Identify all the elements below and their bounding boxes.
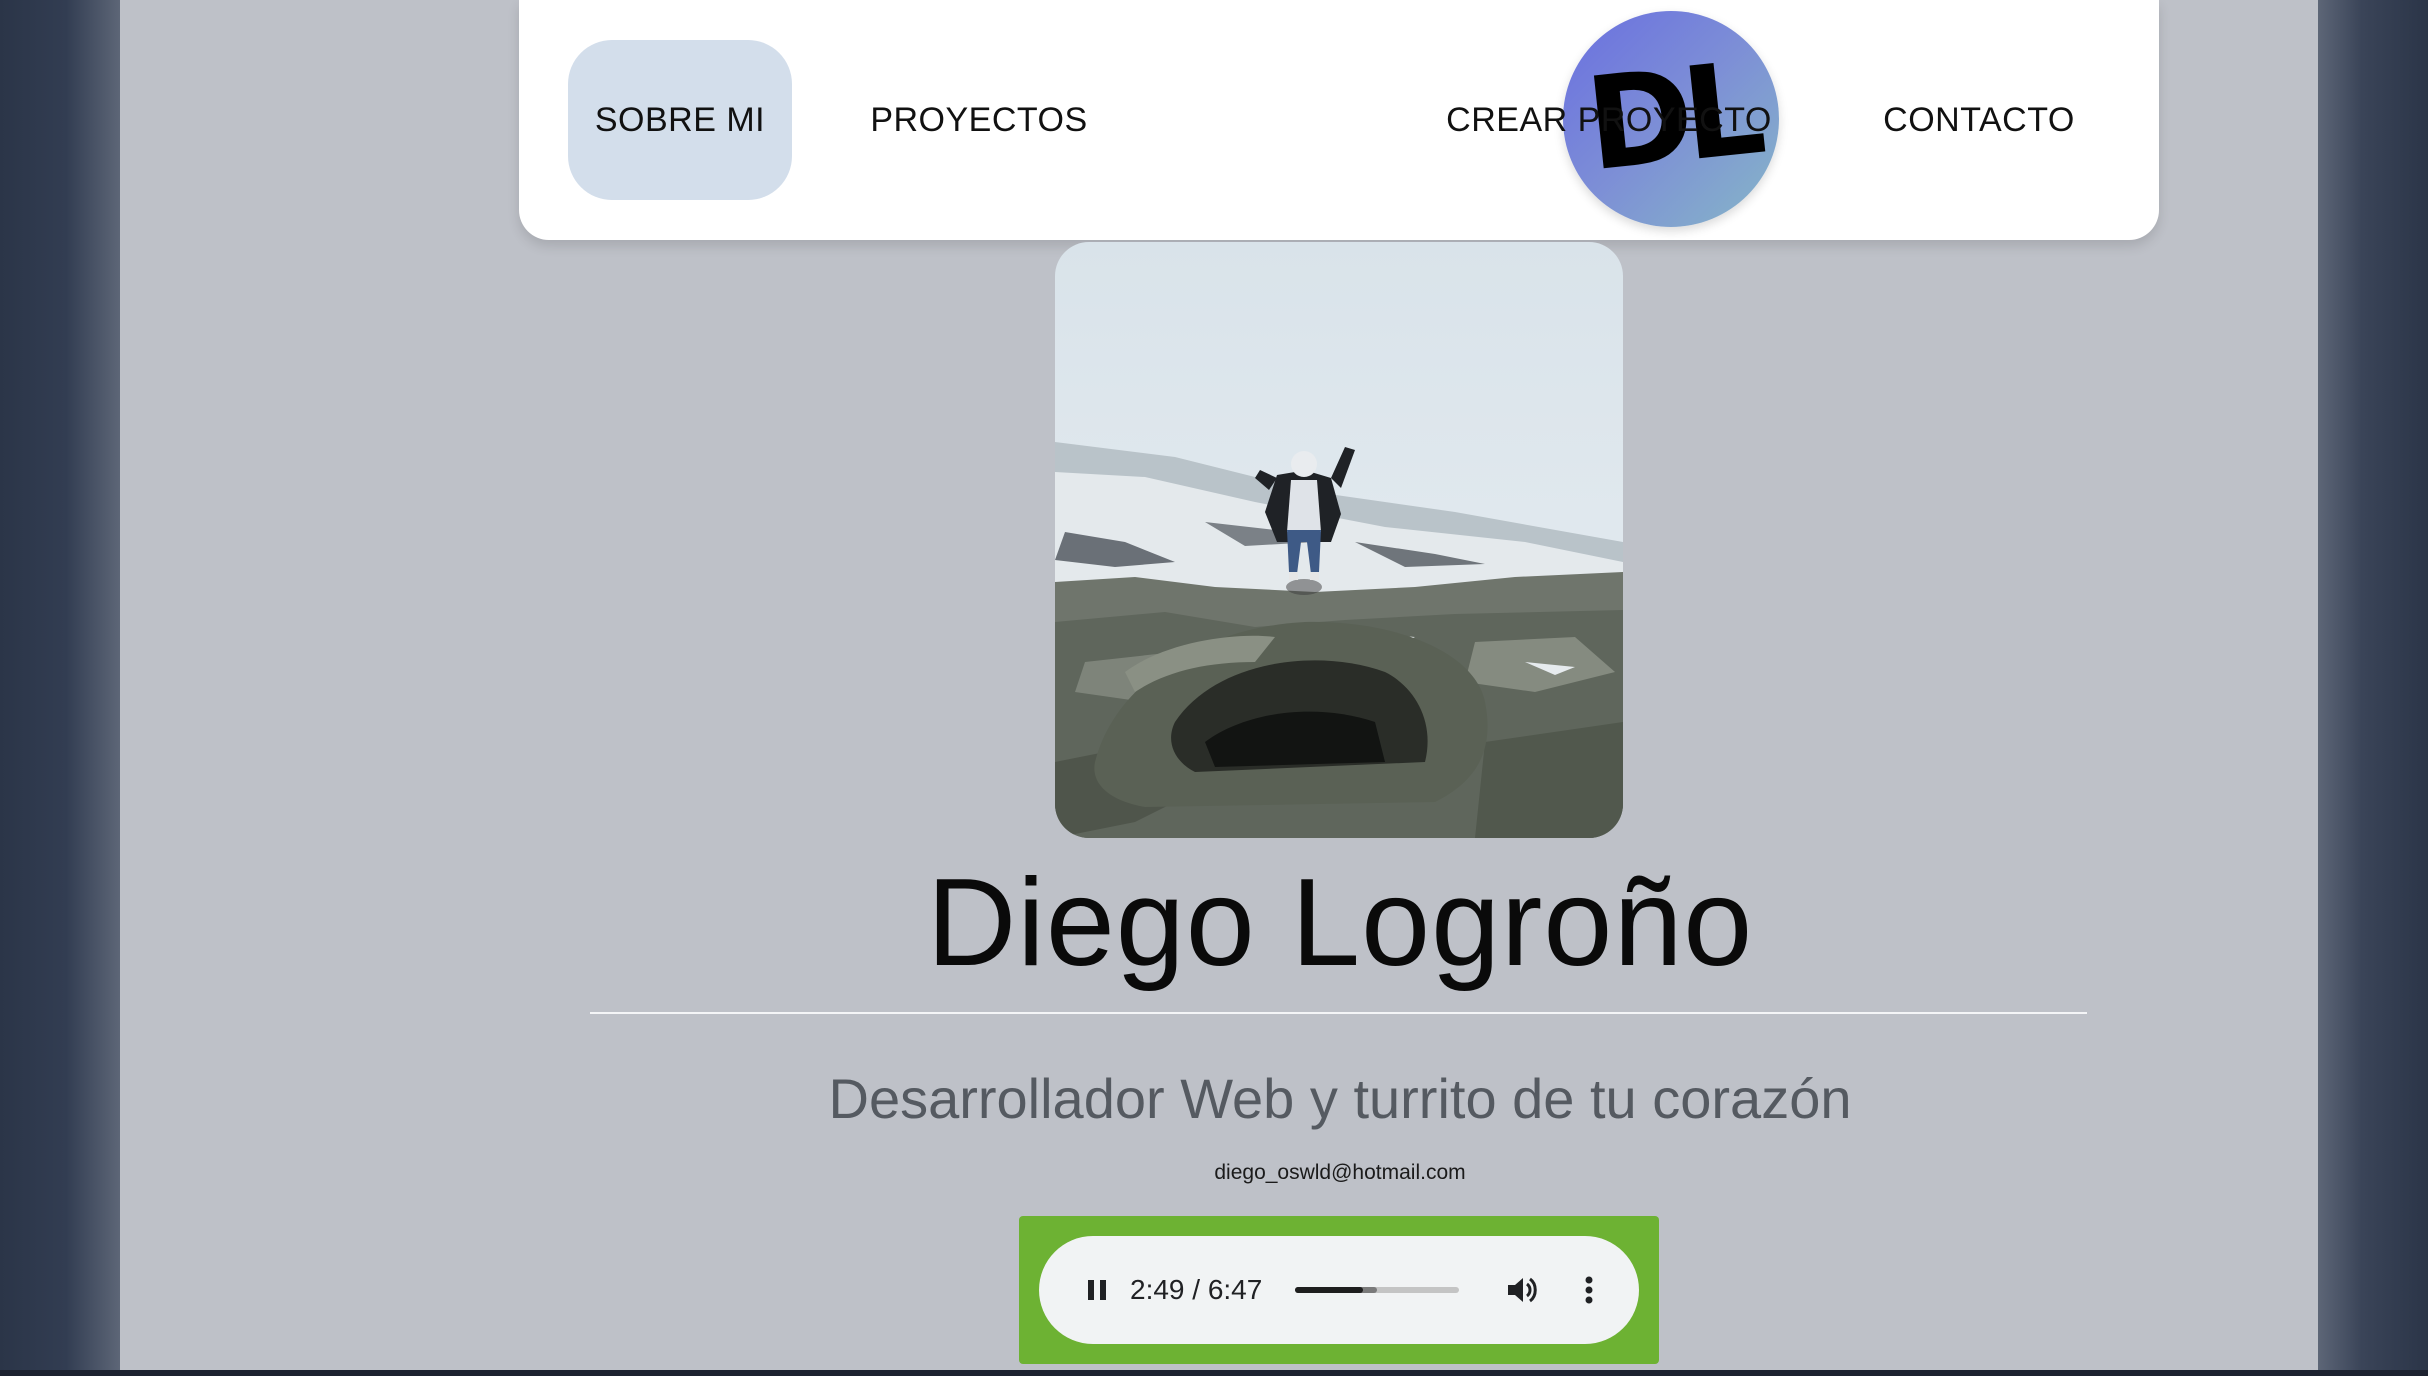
- window-bottom-edge: [0, 1370, 2428, 1376]
- more-options-button[interactable]: [1569, 1270, 1609, 1310]
- audio-time: 2:49 / 6:47: [1130, 1274, 1263, 1305]
- nav-item-label: CONTACTO: [1883, 100, 2075, 139]
- profile-subtitle: Desarrollador Web y turrito de tu corazó…: [828, 1067, 1852, 1130]
- volume-icon: [1508, 1277, 1537, 1303]
- page-container: SOBRE MI PROYECTOS DL CREAR PROYECTO CON…: [120, 0, 2318, 1370]
- pause-icon: [1088, 1280, 1106, 1300]
- audio-player-frame: 2:49 / 6:47: [1019, 1216, 1659, 1364]
- left-backdrop: [0, 0, 120, 1376]
- nav-item-proyectos[interactable]: PROYECTOS: [859, 40, 1099, 200]
- nav-item-contacto[interactable]: CONTACTO: [1859, 40, 2099, 200]
- right-backdrop: [2318, 0, 2428, 1376]
- volume-button[interactable]: [1501, 1270, 1541, 1310]
- audio-progress-slider[interactable]: [1295, 1287, 1459, 1293]
- nav-item-label: CREAR PROYECTO: [1446, 100, 1772, 139]
- pause-button[interactable]: [1077, 1270, 1117, 1310]
- navbar: SOBRE MI PROYECTOS DL CREAR PROYECTO CON…: [519, 0, 2159, 240]
- nav-item-label: SOBRE MI: [594, 100, 766, 139]
- nav-item-label: PROYECTOS: [870, 100, 1088, 139]
- divider: [590, 1012, 2087, 1014]
- profile-email: diego_oswld@hotmail.com: [1214, 1161, 1466, 1184]
- audio-player: 2:49 / 6:47: [1039, 1236, 1639, 1344]
- profile-name: Diego Logroño: [926, 854, 1754, 992]
- nav-item-sobre-mi[interactable]: SOBRE MI: [568, 40, 792, 200]
- profile-photo: [1055, 242, 1623, 838]
- audio-progress-fill: [1295, 1287, 1363, 1293]
- more-vert-icon: [1585, 1276, 1593, 1304]
- nav-item-crear-proyecto[interactable]: CREAR PROYECTO: [1439, 40, 1779, 200]
- profile-photo-image: [1055, 242, 1623, 838]
